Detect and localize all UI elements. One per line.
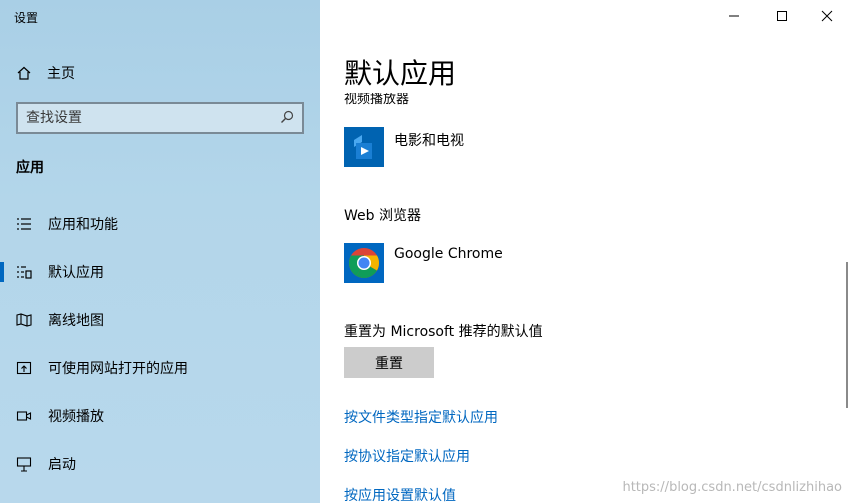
movies-tv-icon xyxy=(344,127,384,167)
main-content: 视频播放器 默认应用 电影和电视 Web 浏览器 Google Chrome 重… xyxy=(320,0,850,503)
link-by-file-type[interactable]: 按文件类型指定默认应用 xyxy=(344,407,498,427)
minimize-icon xyxy=(729,15,739,17)
scrollbar[interactable] xyxy=(846,262,848,408)
list-icon xyxy=(16,216,32,232)
maximize-button[interactable] xyxy=(770,6,794,26)
home-nav-item[interactable]: 主页 xyxy=(16,63,75,83)
reset-label: 重置为 Microsoft 推荐的默认值 xyxy=(344,324,543,340)
search-box[interactable] xyxy=(16,102,304,134)
sidebar-item-startup[interactable]: 启动 xyxy=(0,440,320,488)
window-title: 设置 xyxy=(14,11,39,25)
default-apps-icon xyxy=(16,264,32,280)
link-by-protocol[interactable]: 按协议指定默认应用 xyxy=(344,446,470,466)
sidebar-item-label: 应用和功能 xyxy=(48,217,118,233)
home-label: 主页 xyxy=(47,66,75,82)
sidebar-item-label: 视频播放 xyxy=(48,409,104,425)
minimize-button[interactable] xyxy=(722,6,746,26)
map-icon xyxy=(16,312,32,328)
sidebar-item-apps-for-websites[interactable]: 可使用网站打开的应用 xyxy=(0,344,320,392)
video-icon xyxy=(16,408,32,424)
sidebar-item-label: 可使用网站打开的应用 xyxy=(48,361,188,377)
maximize-icon xyxy=(777,11,787,21)
home-icon xyxy=(16,65,32,81)
browser-label: Web 浏览器 xyxy=(344,208,421,224)
browser-app-button[interactable]: Google Chrome xyxy=(344,243,503,283)
sidebar-item-label: 默认应用 xyxy=(48,265,104,281)
watermark: https://blog.csdn.net/csdnlizhihao xyxy=(622,480,842,495)
close-icon xyxy=(821,10,833,22)
sidebar-item-label: 离线地图 xyxy=(48,313,104,329)
search-icon[interactable] xyxy=(280,109,294,128)
open-web-icon xyxy=(16,360,32,376)
browser-app-name: Google Chrome xyxy=(394,246,503,262)
link-by-app[interactable]: 按应用设置默认值 xyxy=(344,485,456,503)
section-title: 应用 xyxy=(16,160,44,176)
search-input[interactable] xyxy=(26,110,280,126)
sidebar: 设置 主页 应用 应用和功能 默认应用 离线地图 xyxy=(0,0,320,503)
sidebar-item-offline-maps[interactable]: 离线地图 xyxy=(0,296,320,344)
startup-icon xyxy=(16,456,32,472)
video-player-app-name: 电影和电视 xyxy=(394,133,464,149)
close-button[interactable] xyxy=(815,6,839,26)
chrome-icon xyxy=(344,243,384,283)
reset-button[interactable]: 重置 xyxy=(344,347,434,378)
sidebar-item-default-apps[interactable]: 默认应用 xyxy=(0,248,320,296)
sidebar-item-label: 启动 xyxy=(48,457,76,473)
sidebar-item-apps-features[interactable]: 应用和功能 xyxy=(0,200,320,248)
sidebar-nav: 应用和功能 默认应用 离线地图 可使用网站打开的应用 视频播放 启动 xyxy=(0,200,320,488)
page-title: 默认应用 xyxy=(344,52,477,92)
video-player-app-button[interactable]: 电影和电视 xyxy=(344,127,464,167)
sidebar-item-video-playback[interactable]: 视频播放 xyxy=(0,392,320,440)
